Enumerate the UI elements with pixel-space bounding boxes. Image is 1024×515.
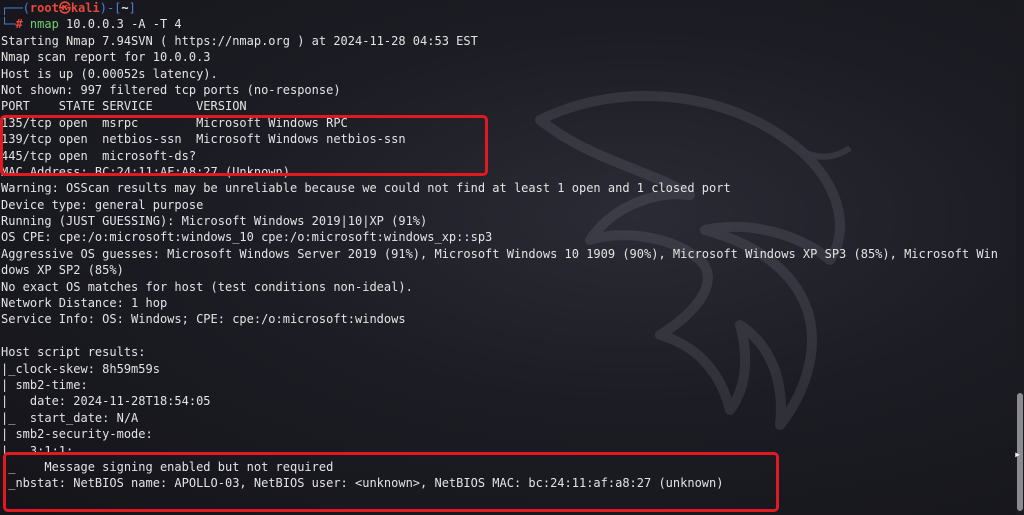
- port-row: 139/tcp open netbios-ssn Microsoft Windo…: [1, 132, 406, 147]
- output-line: OS CPE: cpe:/o:microsoft:windows_10 cpe:…: [1, 230, 493, 245]
- prompt-symbol: #: [15, 17, 23, 32]
- output-line: Not shown: 997 filtered tcp ports (no-re…: [1, 82, 341, 97]
- output-line: Starting Nmap 7.94SVN ( https://nmap.org…: [1, 33, 478, 48]
- prompt-user: root: [29, 1, 59, 15]
- terminal-window[interactable]: ┌──(root㉿kali)-[~] └─# nmap 10.0.0.3 -A …: [0, 0, 1024, 515]
- script-result-line: |_clock-skew: 8h59m59s: [1, 361, 160, 376]
- output-line: Service Info: OS: Windows; CPE: cpe:/o:m…: [1, 312, 406, 327]
- script-result-line: |_ start_date: N/A: [1, 410, 139, 425]
- script-result-line: | smb2-time:: [1, 377, 88, 392]
- prompt-host: kali: [70, 1, 100, 15]
- script-result-line: | 3:1:1:: [1, 443, 74, 458]
- output-line: MAC Address: BC:24:11:AF:A8:27 (Unknown): [1, 164, 290, 179]
- script-result-line: |_ Message signing enabled but not requi…: [1, 459, 334, 474]
- output-line: dows XP SP2 (85%): [1, 263, 124, 278]
- output-line: Host script results:: [1, 345, 146, 360]
- prompt-top-line: ┌──(root㉿kali)-[~]: [1, 1, 136, 15]
- output-line: Device type: general purpose: [1, 197, 204, 212]
- terminal-output[interactable]: ┌──(root㉿kali)-[~] └─# nmap 10.0.0.3 -A …: [0, 0, 1014, 492]
- output-line: Aggressive OS guesses: Microsoft Windows…: [1, 246, 998, 261]
- script-result-line: | date: 2024-11-28T18:54:05: [1, 394, 211, 409]
- command-args: 10.0.0.3 -A -T 4: [58, 17, 182, 32]
- script-result-line: | smb2-security-mode:: [1, 427, 153, 442]
- output-line: Host is up (0.00052s latency).: [1, 66, 218, 81]
- port-table-header: PORT STATE SERVICE VERSION: [1, 99, 247, 114]
- output-line: Nmap scan report for 10.0.0.3: [1, 50, 211, 65]
- prompt-cwd: ~: [121, 1, 129, 15]
- scrollbar[interactable]: [1016, 0, 1024, 515]
- mouse-pointer-icon: ▸: [1014, 447, 1022, 461]
- output-line: Warning: OSScan results may be unreliabl…: [1, 181, 731, 196]
- port-row: 445/tcp open microsoft-ds?: [1, 148, 197, 163]
- port-row: 135/tcp open msrpc Microsoft Windows RPC: [1, 115, 348, 130]
- script-result-line: |_nbstat: NetBIOS name: APOLLO-03, NetBI…: [1, 476, 724, 491]
- prompt-command-line[interactable]: └─# nmap 10.0.0.3 -A -T 4: [0, 16, 1014, 32]
- command-text: nmap 10.0.0.3 -A -T 4: [30, 17, 182, 31]
- output-line: No exact OS matches for host (test condi…: [1, 279, 413, 294]
- command-binary: nmap: [29, 17, 59, 32]
- output-line: Running (JUST GUESSING): Microsoft Windo…: [1, 214, 428, 229]
- output-line: Network Distance: 1 hop: [1, 296, 168, 311]
